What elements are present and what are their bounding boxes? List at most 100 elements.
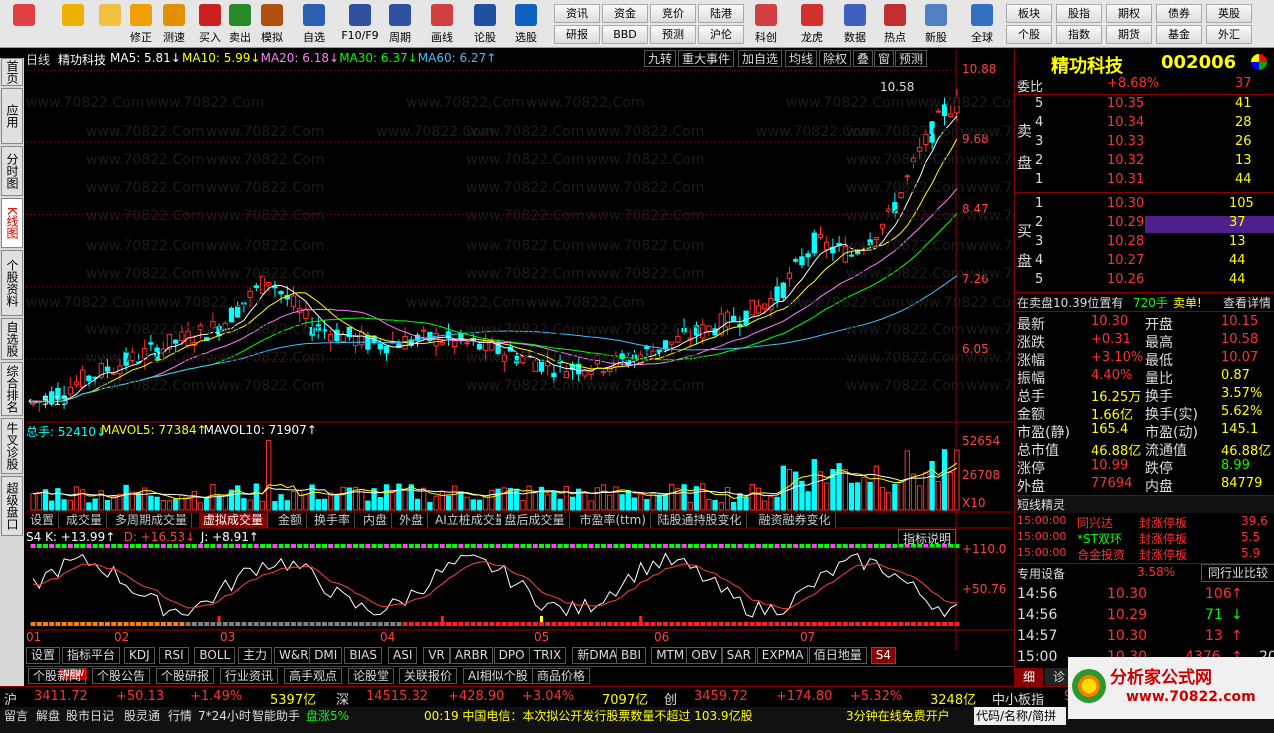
- status-btn-2[interactable]: 股市日记: [66, 707, 114, 724]
- sprite-name-0[interactable]: 同兴达: [1077, 514, 1113, 531]
- index-name-1[interactable]: 深: [336, 689, 349, 708]
- vol-tab-5[interactable]: 换手率: [310, 513, 356, 528]
- test-speed-button[interactable]: 测速: [158, 2, 190, 46]
- self-select-button[interactable]: 自选: [296, 2, 332, 46]
- toolbar-btn-16[interactable]: 基金: [1156, 25, 1202, 44]
- vol-tab-3[interactable]: 虚拟成交量: [199, 513, 269, 528]
- vtab-0[interactable]: 首页: [1, 58, 23, 86]
- indicator-tab-3[interactable]: RSI: [159, 647, 189, 664]
- index-name-2[interactable]: 创: [664, 689, 677, 708]
- stock-talk-button[interactable]: 论股: [470, 2, 500, 46]
- toolbar-btn-2[interactable]: 竞价: [650, 4, 696, 23]
- kechuang-button[interactable]: 科创: [748, 2, 784, 46]
- simulate-button[interactable]: 模拟: [256, 2, 288, 46]
- indicator-tab-8[interactable]: BIAS: [344, 647, 382, 664]
- indicator-tab-18[interactable]: SAR: [721, 647, 756, 664]
- chart-btn-2[interactable]: 加自选: [738, 50, 783, 67]
- toolbar-btn-3[interactable]: 陆港: [698, 4, 744, 23]
- news-tab-2[interactable]: 个股研报: [156, 668, 215, 684]
- vol-tab-1[interactable]: 成交量: [62, 513, 108, 528]
- global-button[interactable]: 全球: [964, 2, 1000, 46]
- status-btn-6[interactable]: 智能助手: [252, 707, 300, 724]
- vol-tab-11[interactable]: 陆股通持股变化: [653, 513, 747, 528]
- vol-tab-12[interactable]: 融资融券变化: [754, 513, 836, 528]
- indicator-tab-10[interactable]: VR: [423, 647, 450, 664]
- news-tab-1[interactable]: 个股公告: [92, 668, 151, 684]
- status-btn-1[interactable]: 解盘: [36, 707, 60, 724]
- draw-line-button[interactable]: 画线: [424, 2, 460, 46]
- chart-btn-4[interactable]: 除权: [819, 50, 852, 67]
- indicator-tab-16[interactable]: MTM: [651, 647, 690, 664]
- zxb-label[interactable]: 中小板指: [992, 689, 1044, 708]
- vol-tab-0[interactable]: 设置: [26, 513, 60, 528]
- toolbar-btn-13[interactable]: 个股: [1006, 25, 1052, 44]
- vtab-1[interactable]: 应用: [1, 88, 23, 144]
- period-button[interactable]: 周期: [382, 2, 418, 46]
- indicator-tab-13[interactable]: TRIX: [528, 647, 567, 664]
- indicator-help-button[interactable]: 指标说明: [898, 529, 957, 548]
- order-note-link[interactable]: 查看详情: [1223, 294, 1271, 311]
- toolbar-btn-4[interactable]: 研报: [554, 25, 600, 44]
- vol-tab-4[interactable]: 金额: [274, 513, 308, 528]
- news-tab-8[interactable]: 商品价格: [532, 668, 591, 684]
- industry-name[interactable]: 专用设备: [1017, 565, 1065, 582]
- sprite-title[interactable]: 短线精灵: [1017, 496, 1065, 513]
- sell-button[interactable]: 卖出: [226, 2, 254, 46]
- status-ad[interactable]: 3分钟在线免费开户: [846, 707, 950, 724]
- back-button[interactable]: [56, 2, 90, 46]
- vtab-6[interactable]: 综合排名: [1, 362, 23, 416]
- indicator-tab-0[interactable]: 设置: [26, 647, 61, 664]
- toolbar-btn-14[interactable]: 指数: [1056, 25, 1102, 44]
- chart-period-label[interactable]: 日线: [26, 51, 50, 68]
- vtab-5[interactable]: 自选股: [1, 318, 23, 360]
- sprite-name-2[interactable]: 合金投资: [1077, 546, 1125, 563]
- sprite-name-1[interactable]: *ST双环: [1077, 530, 1122, 547]
- toolbar-btn-8[interactable]: 板块: [1006, 4, 1052, 23]
- chart-btn-3[interactable]: 均线: [785, 50, 818, 67]
- repair-button[interactable]: 修正: [126, 2, 156, 46]
- toolbar-btn-11[interactable]: 债券: [1156, 4, 1202, 23]
- indicator-tab-14[interactable]: 新DMA: [572, 647, 623, 664]
- toolbar-btn-10[interactable]: 期权: [1106, 4, 1152, 23]
- indicator-tab-11[interactable]: ARBR: [450, 647, 494, 664]
- new-stock-button[interactable]: 新股: [918, 2, 954, 46]
- indicator-tab-12[interactable]: DPO: [493, 647, 530, 664]
- refresh-button[interactable]: [4, 2, 44, 46]
- detail-tab-0[interactable]: 细: [1015, 668, 1043, 686]
- industry-compare-button[interactable]: 同行业比较: [1201, 564, 1274, 582]
- vol-tab-2[interactable]: 多周期成交量: [111, 513, 193, 528]
- indicator-tab-5[interactable]: 主力: [238, 647, 273, 664]
- toolbar-btn-0[interactable]: 资讯: [554, 4, 600, 23]
- pick-stock-button[interactable]: 选股: [508, 2, 544, 46]
- news-tab-5[interactable]: 论股堂: [348, 668, 395, 684]
- chart-btn-5[interactable]: 叠: [853, 50, 874, 67]
- indicator-tab-6[interactable]: W&R: [274, 647, 314, 664]
- status-btn-3[interactable]: 股灵通: [124, 707, 160, 724]
- pie-icon[interactable]: [1251, 54, 1267, 70]
- toolbar-btn-6[interactable]: 预测: [650, 25, 696, 44]
- indicator-tab-2[interactable]: KDJ: [124, 647, 155, 664]
- indicator-tab-1[interactable]: 指标平台: [62, 647, 121, 664]
- hot-button[interactable]: 热点: [878, 2, 912, 46]
- vol-tab-9[interactable]: 盘后成交量: [500, 513, 570, 528]
- chart-btn-6[interactable]: 窗: [874, 50, 895, 67]
- indicator-tab-15[interactable]: BBI: [616, 647, 647, 664]
- vtab-3[interactable]: K线图: [1, 198, 23, 248]
- news-tab-4[interactable]: 高手观点: [284, 668, 343, 684]
- indicator-tab-9[interactable]: ASI: [388, 647, 418, 664]
- toolbar-btn-5[interactable]: BBD: [602, 25, 648, 44]
- toolbar-btn-12[interactable]: 英股: [1206, 4, 1252, 23]
- data-button[interactable]: 数据: [838, 2, 872, 46]
- code-search-input[interactable]: 代码/名称/简拼: [974, 707, 1066, 725]
- indicator-tab-20[interactable]: 佰日地量: [808, 647, 867, 664]
- toolbar-btn-9[interactable]: 股指: [1056, 4, 1102, 23]
- index-name-0[interactable]: 沪: [4, 689, 17, 708]
- dragon-tiger-button[interactable]: 龙虎: [794, 2, 830, 46]
- indicator-tab-21[interactable]: S4: [870, 647, 897, 664]
- toolbar-btn-7[interactable]: 沪伦: [698, 25, 744, 44]
- status-news[interactable]: 00:19 中国电信：本次拟公开发行股票数量不超过 103.9亿股: [424, 707, 753, 724]
- status-btn-0[interactable]: 留言: [4, 707, 28, 724]
- f10-button[interactable]: F10/F9: [338, 2, 382, 46]
- vol-tab-6[interactable]: 内盘: [359, 513, 393, 528]
- news-tab-0[interactable]: 个股新闻: [28, 668, 87, 684]
